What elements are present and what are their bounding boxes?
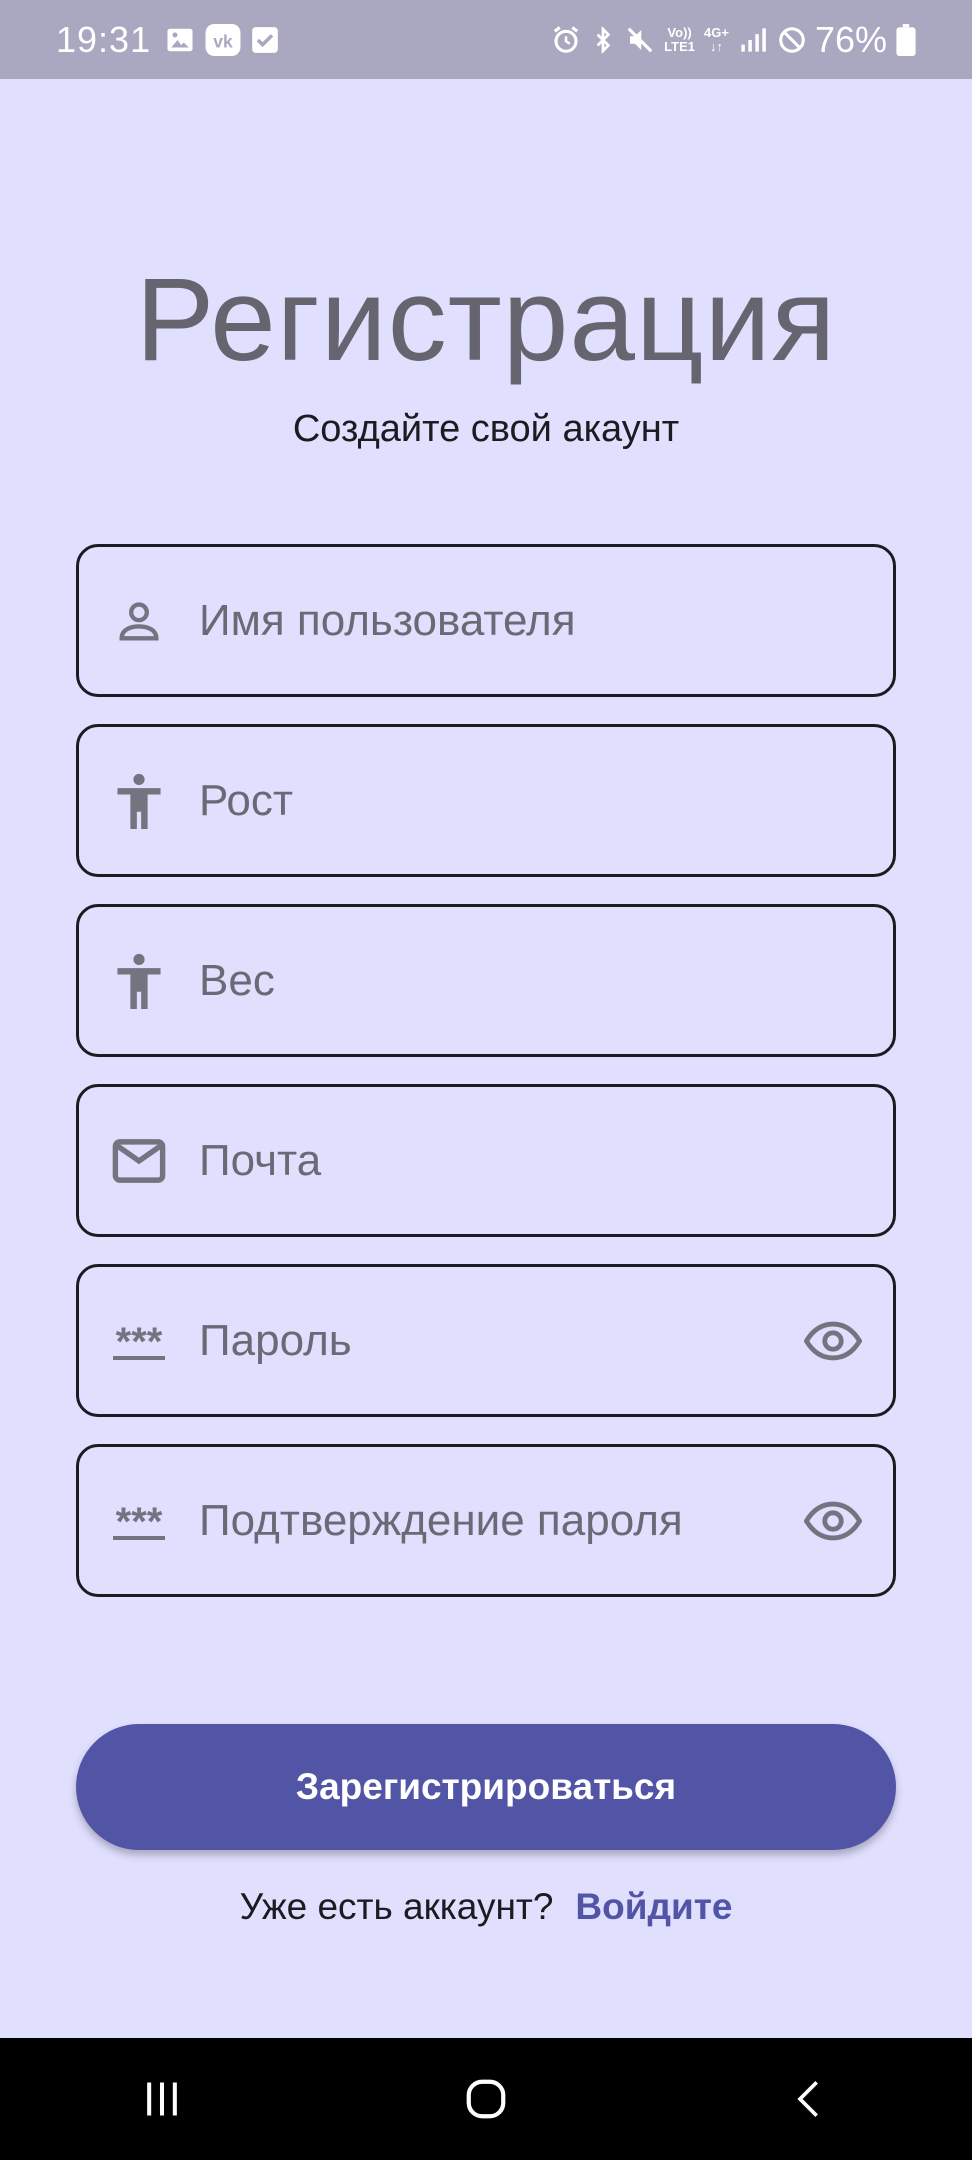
login-prompt: Уже есть аккаунт? bbox=[239, 1886, 554, 1927]
svg-text:vk: vk bbox=[213, 31, 233, 51]
check-icon bbox=[251, 26, 279, 54]
volte-bottom: LTE1 bbox=[664, 38, 695, 54]
mute-icon bbox=[625, 25, 655, 55]
password-field[interactable]: *** Пароль bbox=[76, 1264, 896, 1417]
password-confirm-field[interactable]: *** Подтверждение пароля bbox=[76, 1444, 896, 1597]
password-icon: *** bbox=[111, 1493, 167, 1549]
status-bar: 19:31 vk Vo)) LTE1 4G+ ↓↑ 76% bbox=[0, 0, 972, 79]
volte-icon: Vo)) LTE1 bbox=[664, 24, 695, 54]
data-arrows-icon: ↓↑ bbox=[709, 38, 723, 54]
battery-percent: 76% bbox=[814, 18, 887, 60]
weight-field[interactable]: Вес bbox=[76, 904, 896, 1057]
person-icon bbox=[111, 593, 167, 649]
volte-top: Vo)) bbox=[667, 24, 692, 40]
register-button[interactable]: Зарегистрироваться bbox=[76, 1724, 896, 1850]
signal-icon bbox=[738, 26, 768, 54]
eye-icon[interactable] bbox=[803, 1491, 863, 1551]
back-icon[interactable] bbox=[770, 2059, 850, 2139]
status-left: 19:31 vk bbox=[56, 19, 289, 61]
status-right: Vo)) LTE1 4G+ ↓↑ 76% bbox=[542, 19, 916, 61]
login-row: Уже есть аккаунт? Войдите bbox=[0, 1886, 972, 1928]
username-field[interactable]: Имя пользователя bbox=[76, 544, 896, 697]
height-placeholder: Рост bbox=[199, 775, 294, 825]
email-field[interactable]: Почта bbox=[76, 1084, 896, 1237]
home-icon[interactable] bbox=[446, 2059, 526, 2139]
password-confirm-placeholder: Подтверждение пароля bbox=[199, 1495, 683, 1545]
recents-icon[interactable] bbox=[122, 2059, 202, 2139]
password-icon: *** bbox=[111, 1313, 167, 1369]
accessibility-icon bbox=[111, 773, 167, 829]
email-placeholder: Почта bbox=[199, 1135, 322, 1185]
eye-icon[interactable] bbox=[803, 1311, 863, 1371]
net-label: 4G+ bbox=[704, 24, 729, 40]
page-subtitle: Создайте свой акаунт bbox=[292, 408, 680, 450]
image-icon bbox=[165, 25, 195, 55]
nav-bar bbox=[0, 2038, 972, 2160]
accessibility-icon bbox=[111, 953, 167, 1009]
vk-icon: vk bbox=[205, 23, 241, 56]
bluetooth-icon bbox=[590, 25, 616, 55]
weight-placeholder: Вес bbox=[199, 955, 275, 1005]
dnd-icon bbox=[777, 25, 807, 55]
page-title: Регистрация bbox=[135, 254, 837, 386]
height-field[interactable]: Рост bbox=[76, 724, 896, 877]
alarm-icon bbox=[551, 25, 581, 55]
battery-icon bbox=[896, 23, 916, 56]
data-4g-icon: 4G+ ↓↑ bbox=[704, 24, 729, 54]
username-placeholder: Имя пользователя bbox=[199, 595, 576, 645]
login-link[interactable]: Войдите bbox=[575, 1886, 732, 1927]
password-placeholder: Пароль bbox=[199, 1315, 352, 1365]
status-time: 19:31 bbox=[56, 18, 152, 60]
mail-icon bbox=[111, 1133, 167, 1189]
